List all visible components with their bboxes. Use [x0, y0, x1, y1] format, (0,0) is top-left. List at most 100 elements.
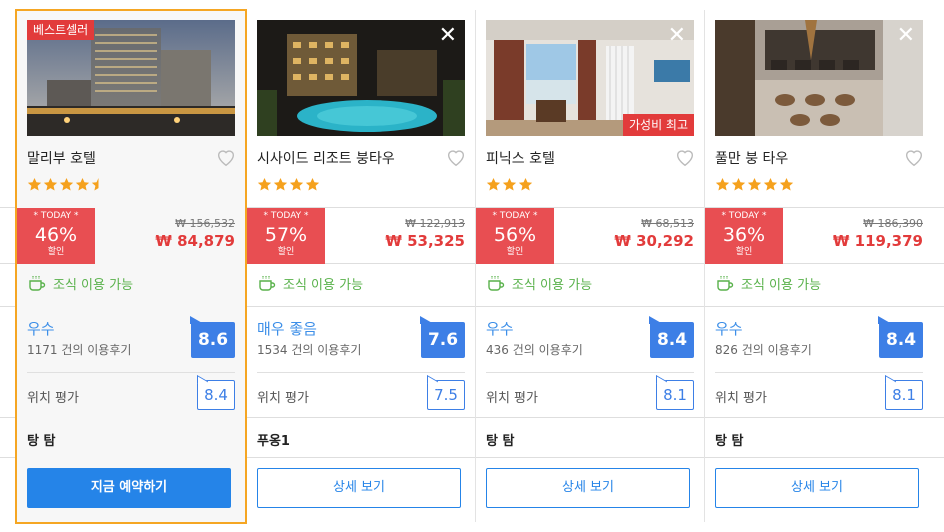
hotel-card-phoenix[interactable]: ✕ 가성비 최고 피닉스 호텔 * TODAY * 56% 할인 ₩ 68,51… — [476, 10, 704, 522]
location-score-badge: 7.5 — [427, 380, 465, 410]
hotel-card-malibu[interactable]: 베스트셀러 말리부 호텔 * TODAY * 46% 할인 ₩ 156,532 … — [15, 9, 247, 524]
review-summary[interactable]: 우수 826 건의 이용후기 — [715, 318, 812, 358]
discount-label: 할인 — [47, 247, 65, 257]
coffee-cup-icon — [488, 276, 505, 291]
discount-label: 할인 — [506, 247, 524, 257]
star-rating — [257, 177, 320, 193]
sale-price: ₩ 84,879 — [155, 232, 235, 250]
star-icon — [257, 177, 272, 191]
hotel-name[interactable]: 시사이드 리조트 붕타우 — [257, 148, 395, 168]
discount-box: * TODAY * 57% 할인 — [247, 208, 325, 264]
review-score-badge: 7.6 — [421, 322, 465, 358]
review-score-badge: 8.4 — [879, 322, 923, 358]
hotel-name[interactable]: 말리부 호텔 — [27, 148, 96, 168]
breakfast-available: 조식 이용 가능 — [486, 273, 592, 293]
view-details-button[interactable]: 상세 보기 — [486, 468, 690, 508]
half-star-icon — [91, 177, 99, 191]
hotel-photo[interactable]: ✕ — [257, 20, 465, 136]
breakfast-available: 조식 이용 가능 — [27, 273, 133, 293]
review-count: 1534 건의 이용후기 — [257, 343, 362, 357]
deal-row: * TODAY * 36% 할인 ₩ 186,390 ₩ 119,379 — [705, 208, 933, 264]
hotel-card-seaside[interactable]: ✕ 시사이드 리조트 붕타우 * TODAY * 57% 할인 ₩ 122,91… — [247, 10, 475, 522]
discount-percent: 57% — [264, 224, 308, 246]
original-price: ₩ 68,513 — [641, 217, 694, 230]
divider — [715, 372, 923, 373]
coffee-cup-icon — [29, 276, 46, 291]
deal-row: * TODAY * 46% 할인 ₩ 156,532 ₩ 84,879 — [17, 208, 245, 264]
location-label: 위치 평가 — [257, 391, 309, 406]
star-icon — [75, 177, 90, 191]
heart-outline-icon[interactable] — [215, 146, 237, 168]
location-label: 위치 평가 — [486, 391, 538, 406]
bestseller-badge: 베스트셀러 — [27, 20, 95, 40]
rating-word: 우수 — [715, 320, 743, 338]
discount-percent: 46% — [34, 224, 78, 246]
location-label: 위치 평가 — [715, 391, 767, 406]
sale-price: ₩ 30,292 — [614, 232, 694, 250]
original-price: ₩ 186,390 — [863, 217, 923, 230]
hotel-card-pullman[interactable]: ✕ 풀만 붕 타우 * TODAY * 36% 할인 ₩ 186,390 ₩ 1… — [705, 10, 933, 522]
breakfast-label: 조식 이용 가능 — [283, 277, 364, 293]
close-icon[interactable]: ✕ — [439, 24, 457, 48]
review-summary[interactable]: 우수 1171 건의 이용후기 — [27, 318, 131, 358]
review-summary[interactable]: 매우 좋음 1534 건의 이용후기 — [257, 318, 361, 358]
hotel-name[interactable]: 풀만 붕 타우 — [715, 148, 788, 168]
area-name: 탕 탐 — [27, 434, 56, 449]
view-details-button[interactable]: 상세 보기 — [715, 468, 919, 508]
review-count: 826 건의 이용후기 — [715, 343, 812, 357]
review-score-badge: 8.4 — [650, 322, 694, 358]
deal-row: * TODAY * 56% 할인 ₩ 68,513 ₩ 30,292 — [476, 208, 704, 264]
star-icon — [289, 177, 304, 191]
best-value-badge: 가성비 최고 — [622, 114, 694, 136]
star-icon — [305, 177, 320, 191]
heart-outline-icon[interactable] — [674, 146, 696, 168]
review-score-badge: 8.6 — [191, 322, 235, 358]
rating-word: 우수 — [27, 320, 55, 338]
coffee-cup-icon — [717, 276, 734, 291]
discount-box: * TODAY * 46% 할인 — [17, 208, 95, 264]
divider — [486, 372, 694, 373]
star-icon — [763, 177, 778, 191]
discount-label: 할인 — [277, 247, 295, 257]
hotel-photo[interactable]: ✕ 가성비 최고 — [486, 20, 694, 136]
divider — [27, 372, 235, 373]
breakfast-available: 조식 이용 가능 — [257, 273, 363, 293]
hotel-photo[interactable]: 베스트셀러 — [27, 20, 235, 136]
breakfast-label: 조식 이용 가능 — [741, 277, 822, 293]
rating-word: 매우 좋음 — [257, 320, 317, 338]
location-score-badge: 8.4 — [197, 380, 235, 410]
breakfast-label: 조식 이용 가능 — [512, 277, 593, 293]
hotel-name[interactable]: 피닉스 호텔 — [486, 148, 555, 168]
review-count: 1171 건의 이용후기 — [27, 343, 132, 357]
today-label: * TODAY * — [263, 211, 309, 221]
star-icon — [747, 177, 762, 191]
sale-price: ₩ 119,379 — [832, 232, 923, 250]
location-score-badge: 8.1 — [885, 380, 923, 410]
hotel-photo[interactable]: ✕ — [715, 20, 923, 136]
breakfast-label: 조식 이용 가능 — [53, 277, 134, 293]
book-now-button[interactable]: 지금 예약하기 — [27, 468, 231, 508]
star-rating — [27, 177, 106, 193]
star-rating — [486, 177, 533, 193]
review-summary[interactable]: 우수 436 건의 이용후기 — [486, 318, 583, 358]
today-label: * TODAY * — [492, 211, 538, 221]
area-name: 푸옹1 — [257, 434, 290, 449]
hotel-comparison-grid: 베스트셀러 말리부 호텔 * TODAY * 46% 할인 ₩ 156,532 … — [0, 0, 944, 532]
star-icon — [502, 177, 517, 191]
today-label: * TODAY * — [33, 211, 79, 221]
close-icon[interactable]: ✕ — [668, 24, 686, 48]
star-icon — [518, 177, 533, 191]
heart-outline-icon[interactable] — [903, 146, 925, 168]
star-rating — [715, 177, 794, 193]
star-icon — [59, 177, 74, 191]
star-icon — [43, 177, 58, 191]
heart-outline-icon[interactable] — [445, 146, 467, 168]
rating-word: 우수 — [486, 320, 514, 338]
discount-percent: 56% — [493, 224, 537, 246]
close-icon[interactable]: ✕ — [897, 24, 915, 48]
discount-label: 할인 — [735, 247, 753, 257]
original-price: ₩ 156,532 — [175, 217, 235, 230]
view-details-button[interactable]: 상세 보기 — [257, 468, 461, 508]
star-icon — [731, 177, 746, 191]
discount-percent: 36% — [722, 224, 766, 246]
